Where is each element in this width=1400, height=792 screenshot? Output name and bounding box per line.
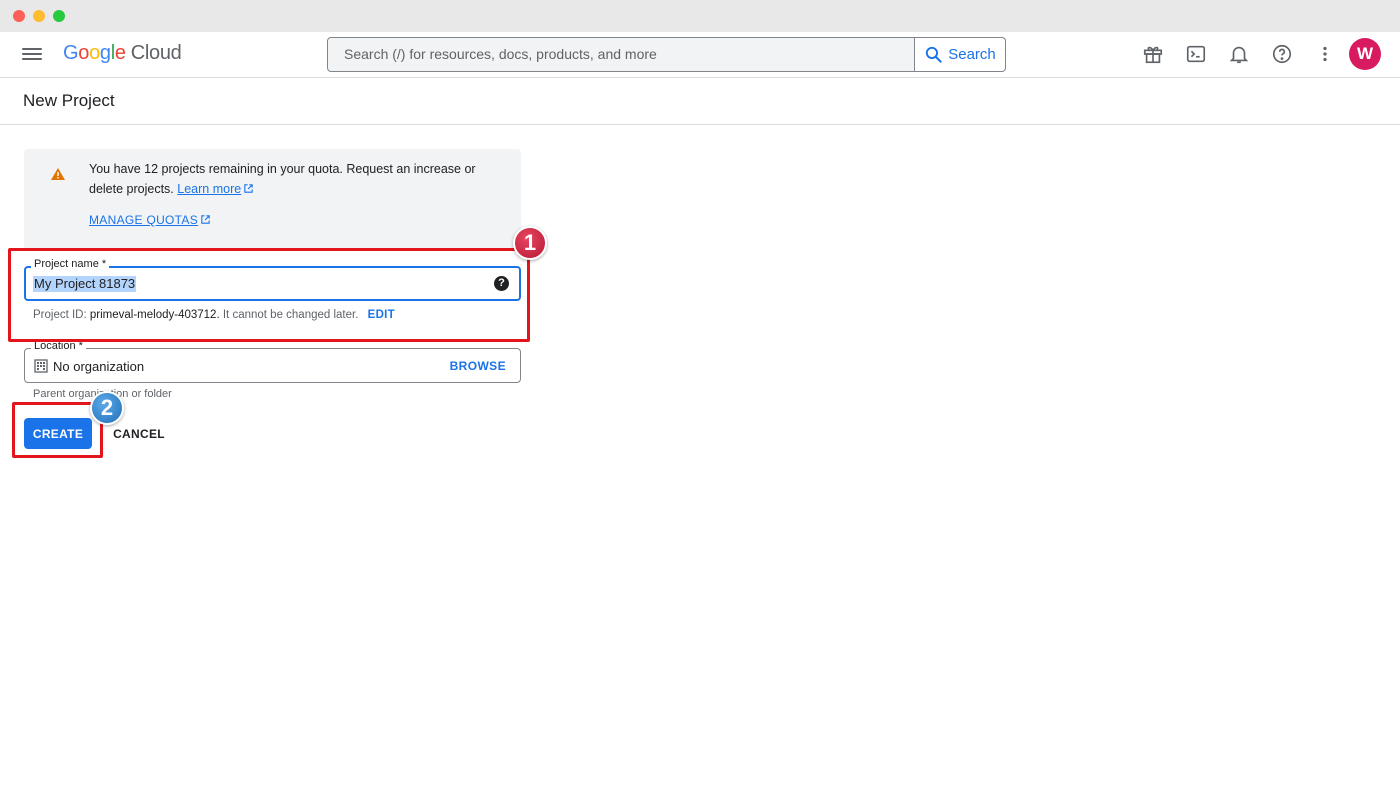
quota-message: You have 12 projects remaining in your q… bbox=[89, 159, 499, 199]
project-id-prefix: Project ID: bbox=[33, 309, 87, 321]
minimize-window-button[interactable] bbox=[33, 10, 45, 22]
edit-project-id-button[interactable]: EDIT bbox=[368, 309, 395, 321]
maximize-window-button[interactable] bbox=[53, 10, 65, 22]
search-button[interactable]: Search bbox=[914, 38, 1005, 71]
gift-icon[interactable] bbox=[1138, 41, 1168, 67]
help-icon[interactable] bbox=[1267, 41, 1297, 67]
project-name-field[interactable]: Project name * My Project 81873 ? bbox=[24, 258, 521, 301]
location-label: Location * bbox=[31, 340, 86, 352]
top-icon-group bbox=[1138, 41, 1353, 67]
location-value: No organization bbox=[53, 359, 145, 374]
page-title: New Project bbox=[23, 91, 115, 110]
project-name-input[interactable]: My Project 81873 bbox=[33, 276, 137, 292]
project-id-value: primeval-melody-403712. bbox=[89, 309, 220, 321]
cancel-button[interactable]: CANCEL bbox=[106, 418, 172, 449]
question-help-icon[interactable]: ? bbox=[494, 276, 509, 291]
logo-google-text: Google bbox=[63, 42, 126, 64]
project-id-suffix: It cannot be changed later. bbox=[222, 309, 359, 321]
search-icon bbox=[926, 46, 942, 63]
required-mark: * bbox=[78, 340, 83, 352]
quota-notice: You have 12 projects remaining in your q… bbox=[24, 149, 521, 250]
search-input[interactable]: Search (/) for resources, docs, products… bbox=[328, 38, 914, 71]
cloud-shell-icon[interactable] bbox=[1181, 41, 1211, 67]
bell-icon[interactable] bbox=[1224, 41, 1254, 67]
project-name-label-text: Project name bbox=[34, 258, 99, 270]
external-link-icon bbox=[201, 215, 210, 224]
quota-message-text: You have 12 projects remaining in your q… bbox=[89, 162, 476, 196]
step-1-badge: 1 bbox=[513, 226, 547, 260]
more-vert-icon[interactable] bbox=[1310, 41, 1340, 67]
manage-quotas-link[interactable]: MANAGE QUOTAS bbox=[89, 213, 211, 227]
manage-quotas-label: MANAGE QUOTAS bbox=[89, 213, 199, 227]
search-button-label: Search bbox=[948, 46, 996, 63]
window-title-bar bbox=[0, 0, 1400, 32]
location-field[interactable]: Location * No organization BROWSE bbox=[24, 340, 521, 383]
required-mark: * bbox=[101, 258, 107, 270]
logo-cloud-text: Cloud bbox=[130, 42, 182, 64]
top-navigation-bar: Google Cloud Search (/) for resources, do… bbox=[0, 32, 1400, 78]
account-avatar[interactable]: W bbox=[1349, 38, 1381, 70]
warning-icon bbox=[51, 168, 65, 180]
google-cloud-logo[interactable]: Google Cloud bbox=[63, 42, 182, 65]
building-icon bbox=[34, 359, 48, 373]
page-header: New Project bbox=[0, 78, 1400, 125]
hamburger-menu-icon[interactable] bbox=[22, 45, 42, 65]
create-button[interactable]: CREATE bbox=[24, 418, 92, 449]
browse-button[interactable]: BROWSE bbox=[450, 359, 506, 373]
project-name-label: Project name * bbox=[31, 258, 110, 270]
location-label-text: Location bbox=[34, 340, 76, 352]
search-bar: Search (/) for resources, docs, products… bbox=[327, 37, 1006, 72]
learn-more-link[interactable]: Learn more bbox=[177, 182, 241, 196]
project-id-line: Project ID: primeval-melody-403712. It c… bbox=[33, 309, 395, 321]
external-link-icon bbox=[244, 184, 253, 193]
step-2-badge: 2 bbox=[90, 391, 124, 425]
close-window-button[interactable] bbox=[13, 10, 25, 22]
